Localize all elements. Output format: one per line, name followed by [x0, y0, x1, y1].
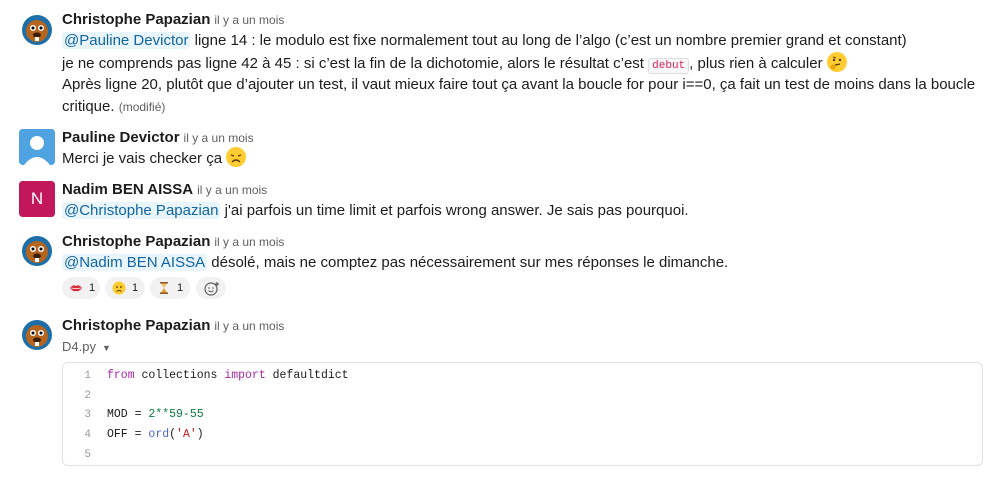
- reaction-count: 1: [177, 282, 184, 294]
- author-label[interactable]: Christophe Papazian: [62, 317, 210, 334]
- thinking-face-icon: [826, 52, 847, 72]
- message-text: je ne comprends pas ligne 42 à 45 : si c…: [62, 55, 649, 72]
- line-number: 3: [84, 409, 91, 421]
- avatar[interactable]: [19, 129, 55, 165]
- message-line: critique. (modifié): [62, 96, 165, 118]
- avatar[interactable]: [19, 233, 55, 269]
- timestamp[interactable]: il y a un mois: [184, 131, 254, 145]
- message-line: @Pauline Devictor ligne 14 : le modulo e…: [62, 30, 907, 52]
- file-name-toggle[interactable]: D4.py ▼: [62, 339, 111, 354]
- author-name[interactable]: Christophe Papazian il y a un mois: [62, 233, 284, 250]
- timestamp[interactable]: il y a un mois: [214, 319, 284, 333]
- code-snippet[interactable]: 1 2 3 4 5 from collections import defaul…: [62, 362, 983, 466]
- line-number: 1: [84, 370, 91, 382]
- timestamp[interactable]: il y a un mois: [197, 183, 267, 197]
- message-text: Après ligne 20, plutôt que d’ajouter un …: [62, 76, 976, 93]
- author-name[interactable]: Pauline Devictor il y a un mois: [62, 129, 254, 146]
- message-text: critique.: [62, 98, 119, 115]
- caret-down-icon[interactable]: ▼: [102, 343, 111, 353]
- code-line: OFF = ord('A'): [107, 428, 204, 441]
- message-line: Merci je vais checker ça: [62, 147, 247, 170]
- line-number-gutter: 1 2 3 4 5: [63, 363, 99, 465]
- disappointed-face-icon: [226, 147, 247, 167]
- mention-link[interactable]: @Nadim BEN AISSA: [62, 254, 208, 271]
- author-label[interactable]: Christophe Papazian: [62, 233, 210, 250]
- beaver-avatar-icon: [19, 317, 55, 353]
- code-text: ): [196, 428, 204, 441]
- code-text: OFF =: [107, 428, 149, 441]
- message-text: désolé, mais ne comptez pas nécessaireme…: [207, 254, 729, 271]
- author-label[interactable]: Nadim BEN AISSA: [62, 181, 193, 198]
- message-text: Merci je vais checker ça: [62, 150, 227, 167]
- code-text: MOD =: [107, 408, 149, 421]
- timestamp[interactable]: il y a un mois: [214, 13, 284, 27]
- mention-link[interactable]: @Christophe Papazian: [62, 202, 221, 219]
- line-number: 2: [84, 390, 91, 402]
- hourglass-icon: [157, 281, 171, 295]
- mention-link[interactable]: @Pauline Devictor: [62, 32, 191, 49]
- inline-code: debut: [648, 58, 690, 74]
- code-keyword: import: [224, 369, 266, 382]
- line-number: 4: [84, 429, 91, 441]
- edited-label: (modifié): [118, 100, 166, 114]
- add-reaction-button[interactable]: [196, 277, 226, 299]
- message-line: @Nadim BEN AISSA désolé, mais ne comptez…: [62, 252, 728, 274]
- author-label[interactable]: Pauline Devictor: [62, 129, 180, 146]
- line-number: 5: [84, 449, 91, 461]
- author-name[interactable]: Nadim BEN AISSA il y a un mois: [62, 181, 267, 198]
- timestamp[interactable]: il y a un mois: [214, 235, 284, 249]
- reaction-hourglass[interactable]: 1: [150, 277, 190, 299]
- beaver-avatar-icon: [19, 233, 55, 269]
- author-name[interactable]: Christophe Papazian il y a un mois: [62, 317, 284, 334]
- default-user-icon: [19, 129, 55, 165]
- author-label[interactable]: Christophe Papazian: [62, 11, 210, 28]
- avatar[interactable]: [19, 317, 55, 353]
- reaction-lips[interactable]: 1: [62, 277, 100, 299]
- sad-face-icon: [112, 281, 126, 295]
- avatar[interactable]: [19, 12, 55, 48]
- message-text: , plus rien à calculer: [689, 55, 827, 72]
- beaver-avatar-icon: [19, 12, 55, 48]
- code-function: ord: [148, 428, 170, 441]
- message-text: ligne 14 : le modulo est fixe normalemen…: [190, 32, 907, 49]
- code-string: 'A': [176, 428, 197, 441]
- code-text: collections: [134, 369, 225, 382]
- code-keyword: from: [107, 369, 135, 382]
- code-line: from collections import defaultdict: [107, 369, 349, 382]
- message-line: @Christophe Papazian j'ai parfois un tim…: [62, 200, 689, 222]
- reaction-sad[interactable]: 1: [105, 277, 145, 299]
- message-text: j'ai parfois un time limit et parfois wr…: [220, 202, 689, 219]
- code-number: 2**59-55: [148, 408, 204, 421]
- avatar[interactable]: N: [19, 181, 55, 217]
- message-line: Après ligne 20, plutôt que d’ajouter un …: [62, 74, 975, 96]
- code-text: defaultdict: [265, 369, 349, 382]
- file-name[interactable]: D4.py: [62, 339, 96, 354]
- lips-icon: [69, 281, 83, 295]
- add-reaction-icon: [204, 281, 220, 300]
- code-line: MOD = 2**59-55: [107, 408, 204, 421]
- avatar-letter: N: [30, 189, 44, 208]
- reaction-count: 1: [132, 282, 139, 294]
- code-text: (: [169, 428, 177, 441]
- reaction-count: 1: [89, 282, 96, 294]
- author-name[interactable]: Christophe Papazian il y a un mois: [62, 11, 284, 28]
